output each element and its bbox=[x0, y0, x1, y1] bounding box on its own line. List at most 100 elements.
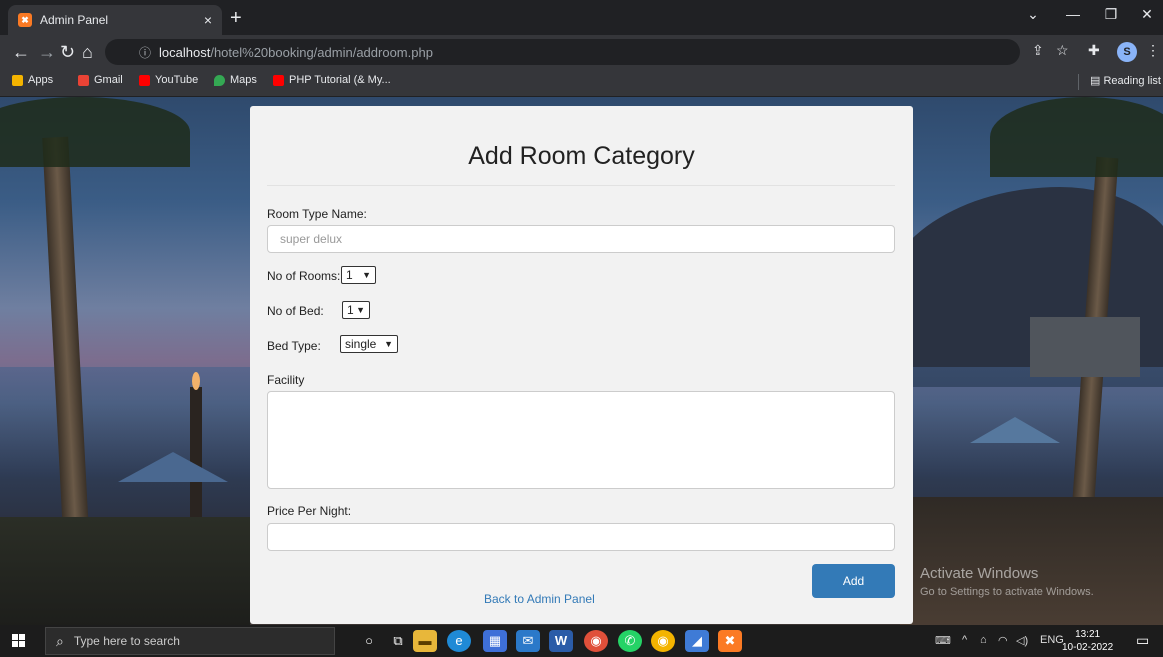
bed-type-label: Bed Type: bbox=[267, 339, 321, 353]
address-bar[interactable]: ⓘ localhost/hotel%20booking/admin/addroo… bbox=[105, 39, 1020, 65]
activate-windows-title: Activate Windows bbox=[920, 565, 1039, 582]
clock-date: 10-02-2022 bbox=[1062, 642, 1114, 653]
edge-icon[interactable]: e bbox=[447, 630, 471, 652]
bed-select-value: 1 bbox=[347, 303, 354, 317]
chevron-down-icon: ▼ bbox=[356, 305, 365, 315]
reading-list-icon: ▤ bbox=[1090, 75, 1101, 87]
taskbar-search-box[interactable]: ⌕ Type here to search bbox=[45, 627, 335, 655]
chrome-icon[interactable]: ◉ bbox=[584, 630, 608, 652]
windows-start-icon[interactable] bbox=[12, 634, 26, 648]
url-host: localhost bbox=[159, 44, 211, 60]
xampp-icon[interactable]: ✖ bbox=[718, 630, 742, 652]
site-info-icon[interactable]: ⓘ bbox=[139, 44, 151, 61]
reading-list-button[interactable]: ▤ Reading list bbox=[1090, 74, 1161, 87]
bookmark-label: PHP Tutorial (& My... bbox=[289, 74, 391, 86]
reload-icon[interactable]: ↻ bbox=[60, 41, 75, 63]
bookmark-divider bbox=[1078, 74, 1079, 90]
bookmark-label: YouTube bbox=[155, 74, 199, 86]
palm-frond-decoration bbox=[0, 97, 190, 167]
menu-icon[interactable]: ⋮ bbox=[1146, 42, 1160, 59]
search-placeholder: Type here to search bbox=[73, 634, 180, 648]
tab-close-button[interactable]: × bbox=[204, 12, 212, 28]
bed-type-select[interactable]: single ▼ bbox=[340, 335, 398, 353]
tab-search-icon[interactable]: ⌄ bbox=[1018, 6, 1048, 23]
wifi-icon[interactable]: ◠ bbox=[998, 634, 1008, 647]
price-input[interactable] bbox=[267, 523, 895, 551]
mail-icon[interactable]: ✉ bbox=[516, 630, 540, 652]
bed-select[interactable]: 1 ▼ bbox=[342, 301, 370, 319]
reading-list-label: Reading list bbox=[1103, 75, 1161, 87]
apps-icon bbox=[12, 74, 23, 86]
clock-time: 13:21 bbox=[1075, 629, 1101, 640]
close-window-button[interactable]: ✕ bbox=[1132, 6, 1162, 23]
bookmark-star-icon[interactable]: ☆ bbox=[1056, 42, 1069, 59]
bookmark-apps[interactable]: Apps bbox=[12, 74, 53, 86]
title-divider bbox=[267, 185, 895, 186]
notification-icon[interactable]: ▭ bbox=[1136, 632, 1149, 649]
facility-textarea[interactable] bbox=[267, 391, 895, 489]
building-decoration bbox=[1030, 317, 1140, 377]
chevron-up-icon[interactable]: ^ bbox=[962, 634, 967, 646]
bookmark-label: Gmail bbox=[94, 74, 123, 86]
bookmark-maps[interactable]: Maps bbox=[214, 74, 257, 86]
rooms-select[interactable]: 1 ▼ bbox=[341, 266, 376, 284]
file-explorer-icon[interactable]: ▬ bbox=[413, 630, 437, 652]
rooms-select-value: 1 bbox=[346, 268, 353, 282]
back-to-admin-link[interactable]: Back to Admin Panel bbox=[484, 592, 595, 606]
chevron-down-icon: ▼ bbox=[362, 270, 371, 280]
tab-strip: ✖ Admin Panel × + ⌄ — ❐ ✕ bbox=[0, 0, 1163, 35]
keyboard-icon[interactable]: ⌨ bbox=[935, 634, 951, 647]
price-label: Price Per Night: bbox=[267, 504, 352, 518]
chrome-canary-icon[interactable]: ◉ bbox=[651, 630, 675, 652]
profile-avatar[interactable]: S bbox=[1117, 42, 1137, 62]
tab-admin-panel[interactable]: ✖ Admin Panel × bbox=[8, 5, 222, 35]
browser-toolbar: ← → ↻ ⌂ ⓘ localhost/hotel%20booking/admi… bbox=[0, 35, 1163, 69]
whatsapp-icon[interactable]: ✆ bbox=[618, 630, 642, 652]
tab-title: Admin Panel bbox=[40, 13, 109, 27]
minimize-button[interactable]: — bbox=[1058, 6, 1088, 22]
activate-windows-subtitle: Go to Settings to activate Windows. bbox=[920, 586, 1094, 598]
bookmark-label: Apps bbox=[28, 74, 54, 86]
bookmark-youtube[interactable]: YouTube bbox=[139, 74, 198, 86]
network-icon[interactable]: ⌂ bbox=[980, 634, 987, 646]
taskbar-clock[interactable]: 13:21 10-02-2022 bbox=[1062, 628, 1113, 654]
bookmark-label: Maps bbox=[230, 74, 257, 86]
facility-label: Facility bbox=[267, 373, 305, 387]
extensions-icon[interactable]: ✚ bbox=[1088, 42, 1100, 59]
store-icon[interactable]: ▦ bbox=[483, 630, 507, 652]
taskbar: ⌕ Type here to search ○ ⧉ ▬ e ▦ ✉ W ◉ ✆ … bbox=[0, 625, 1163, 657]
gmail-icon bbox=[78, 74, 89, 86]
youtube-icon bbox=[273, 74, 284, 86]
add-room-form-card: Add Room Category Room Type Name: super … bbox=[250, 106, 913, 624]
torch-flame-decoration bbox=[192, 372, 200, 390]
room-type-label: Room Type Name: bbox=[267, 207, 367, 221]
share-icon[interactable]: ⇪ bbox=[1032, 42, 1044, 59]
forward-arrow-icon[interactable]: → bbox=[38, 41, 56, 63]
add-button[interactable]: Add bbox=[812, 564, 895, 598]
bed-type-select-value: single bbox=[345, 337, 377, 351]
maps-icon bbox=[214, 74, 225, 86]
speaker-icon[interactable]: ◁) bbox=[1016, 634, 1028, 647]
task-view-icon[interactable]: ⧉ bbox=[386, 630, 410, 652]
rooms-label: No of Rooms: bbox=[267, 269, 341, 283]
app-icon[interactable]: ◢ bbox=[685, 630, 709, 652]
search-icon: ⌕ bbox=[56, 632, 64, 649]
page-title: Add Room Category bbox=[468, 142, 695, 170]
room-type-input[interactable]: super delux bbox=[267, 225, 895, 253]
chevron-down-icon: ▼ bbox=[384, 339, 393, 349]
word-icon[interactable]: W bbox=[549, 630, 573, 652]
bed-label: No of Bed: bbox=[267, 304, 324, 318]
bookmark-gmail[interactable]: Gmail bbox=[78, 74, 123, 86]
cortana-icon[interactable]: ○ bbox=[357, 630, 381, 652]
lounge-decoration bbox=[900, 497, 1163, 625]
language-indicator[interactable]: ENG bbox=[1040, 634, 1064, 646]
back-arrow-icon[interactable]: ← bbox=[12, 41, 30, 63]
bookmark-php-tutorial[interactable]: PHP Tutorial (& My... bbox=[273, 74, 391, 86]
foliage-decoration bbox=[0, 517, 250, 625]
xampp-favicon-icon: ✖ bbox=[18, 13, 32, 27]
restore-button[interactable]: ❐ bbox=[1096, 6, 1126, 23]
home-icon[interactable]: ⌂ bbox=[82, 41, 93, 63]
bookmarks-bar: Apps Gmail YouTube Maps PHP Tutorial (& … bbox=[0, 69, 1163, 97]
new-tab-button[interactable]: + bbox=[230, 7, 242, 30]
palm-frond-decoration bbox=[990, 97, 1163, 177]
